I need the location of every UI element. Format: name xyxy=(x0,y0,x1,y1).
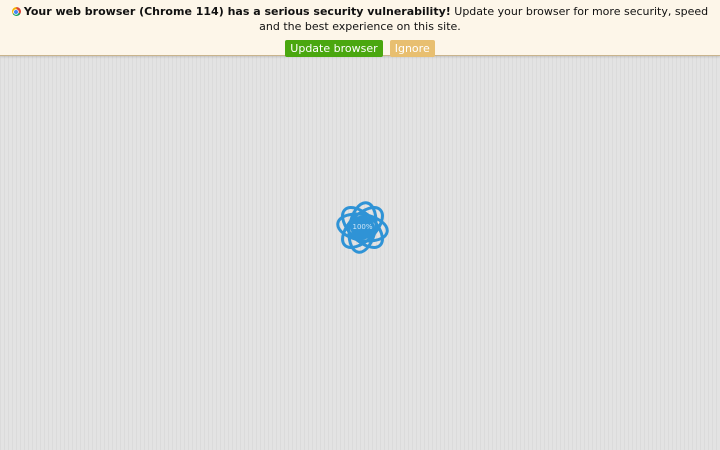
ignore-button[interactable]: Ignore xyxy=(389,40,435,57)
loading-spinner: 100% xyxy=(335,200,390,255)
chrome-icon xyxy=(11,7,21,16)
banner-message: Your web browser (Chrome 114) has a seri… xyxy=(0,0,720,34)
loader-progress-label: 100% xyxy=(352,223,373,231)
banner-buttons: Update browser Ignore xyxy=(0,37,720,57)
update-browser-button[interactable]: Update browser xyxy=(285,40,383,57)
browser-update-banner: Your web browser (Chrome 114) has a seri… xyxy=(0,0,720,57)
banner-warning-bold: Your web browser (Chrome 114) has a seri… xyxy=(23,5,451,18)
